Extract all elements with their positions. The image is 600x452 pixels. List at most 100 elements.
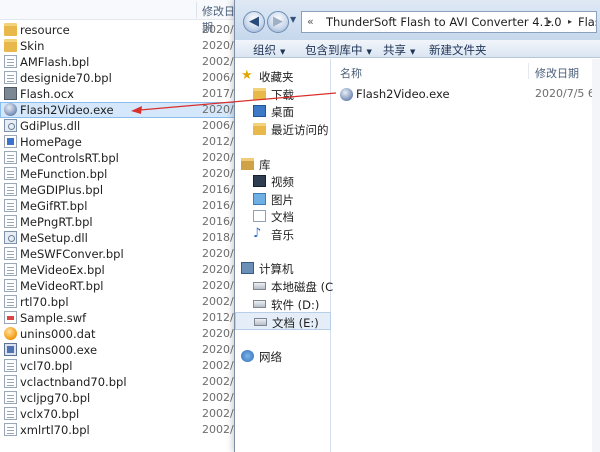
file-row[interactable]: vcl70.bpl 2002/8/ [0, 358, 244, 374]
file-row[interactable]: Flash2Video.exe 2020/7/5 6:12 [332, 86, 600, 102]
swf-icon [4, 311, 17, 324]
file-icon [4, 263, 17, 276]
nav-computer[interactable]: 计算机 [235, 259, 331, 277]
video-library-icon [253, 175, 266, 187]
network-globe-icon [241, 350, 254, 362]
column-separator[interactable] [196, 2, 197, 18]
file-name: AMFlash.bpl [20, 55, 90, 69]
file-row[interactable]: MePngRT.bpl 2016/6/ [0, 214, 244, 230]
name-column-header[interactable]: 名称 [340, 65, 362, 81]
desktop-icon [253, 105, 266, 117]
uninstall-exe-icon [4, 343, 17, 356]
file-icon [4, 167, 17, 180]
file-row[interactable]: GdiPlus.dll 2006/6/ [0, 118, 244, 134]
file-row[interactable]: MeGifRT.bpl 2016/6/ [0, 198, 244, 214]
file-row[interactable]: rtl70.bpl 2002/8/ [0, 294, 244, 310]
file-icon [4, 295, 17, 308]
nav-videos[interactable]: 视频 [235, 172, 331, 190]
file-row[interactable]: MeVideoEx.bpl 2020/1/ [0, 262, 244, 278]
nav-network[interactable]: 网络 [235, 347, 331, 365]
organize-button[interactable]: 组织 ▼ [253, 42, 285, 58]
file-row[interactable]: AMFlash.bpl 2002/8/ [0, 54, 244, 70]
file-name: vclx70.bpl [20, 407, 80, 421]
nav-pictures[interactable]: 图片 [235, 190, 331, 208]
file-name: MeGifRT.bpl [20, 199, 88, 213]
html-icon [4, 135, 17, 148]
dropdown-arrow-icon: ▼ [366, 48, 372, 56]
nav-label: 音乐 [271, 228, 294, 242]
file-row[interactable]: HomePage 2012/10/ [0, 134, 251, 150]
file-name: MePngRT.bpl [20, 215, 93, 229]
nav-downloads[interactable]: 下载 [235, 85, 331, 103]
file-row[interactable]: MeVideoRT.bpl 2020/1/ [0, 278, 244, 294]
breadcrumb-overflow-icon[interactable]: « [307, 15, 314, 28]
nav-documents[interactable]: 文档 [235, 207, 331, 225]
file-row[interactable]: vclx70.bpl 2002/8/ [0, 406, 244, 422]
file-row[interactable]: Skin 2020/7/ [0, 38, 244, 54]
file-name: MeControlsRT.bpl [20, 151, 119, 165]
file-name: GdiPlus.dll [20, 119, 81, 133]
file-icon [4, 423, 17, 436]
breadcrumb-current-folder[interactable]: Flash.to.AVI.Conve [578, 15, 596, 29]
background-column-header: 修改日期 [0, 0, 240, 34]
nav-recent-places[interactable]: 最近访问的 [235, 120, 331, 138]
navigation-pane: ★ 收藏夹 下载 桌面 最近访问的 库 视频 图片 文档 ♪ 音乐 计算机 本地… [235, 59, 334, 452]
breadcrumb-program-folder[interactable]: ThunderSoft Flash to AVI Converter 4.1.0 [326, 15, 562, 29]
file-row[interactable]: MeControlsRT.bpl 2020/1/ [0, 150, 244, 166]
file-name: MeVideoEx.bpl [20, 263, 105, 277]
include-in-library-button[interactable]: 包含到库中 ▼ [305, 42, 372, 58]
file-name: MeVideoRT.bpl [20, 279, 104, 293]
share-label: 共享 [383, 43, 406, 57]
file-row[interactable]: MeFunction.bpl 2020/1/ [0, 166, 244, 182]
nav-favorites[interactable]: ★ 收藏夹 [235, 67, 331, 85]
file-name: vcl70.bpl [20, 359, 73, 373]
nav-documents-drive[interactable]: 文档 (E:) [235, 312, 331, 330]
date-column-header[interactable]: 修改日期 [535, 65, 579, 81]
file-row[interactable]: vclactnband70.bpl 2002/8/ [0, 374, 244, 390]
folder-icon [4, 39, 17, 52]
file-row[interactable]: MeSWFConver.bpl 2020/1/ [0, 246, 244, 262]
file-row[interactable]: unins000.exe 2020/7/ [0, 342, 244, 358]
breadcrumb-separator-icon[interactable]: ▸ [568, 17, 572, 26]
file-name: unins000.dat [20, 327, 96, 341]
file-row[interactable]: MeGDIPlus.bpl 2016/6/ [0, 182, 244, 198]
nav-music[interactable]: ♪ 音乐 [235, 225, 331, 243]
file-icon [4, 391, 17, 404]
forward-button[interactable]: ▶ [267, 11, 289, 33]
file-row[interactable]: unins000.dat 2020/7/ [0, 326, 244, 342]
selected-file-row[interactable]: Flash2Video.exe 2020/7/ [0, 102, 244, 118]
nav-software-drive[interactable]: 软件 (D:) [235, 295, 331, 313]
file-row[interactable]: Flash.ocx 2017/9/ [0, 86, 244, 102]
file-name: Flash2Video.exe [20, 103, 114, 117]
dropdown-arrow-icon: ▼ [280, 48, 286, 56]
file-row[interactable]: resource 2020/7/ [0, 22, 244, 38]
nav-label: 本地磁盘 (C [271, 280, 334, 294]
file-icon [4, 279, 17, 292]
nav-libraries[interactable]: 库 [235, 155, 331, 173]
new-folder-button[interactable]: 新建文件夹 [429, 42, 487, 58]
address-box[interactable]: « ThunderSoft Flash to AVI Converter 4.1… [301, 11, 597, 33]
file-row[interactable]: designide70.bpl 2006/6/ [0, 70, 244, 86]
share-button[interactable]: 共享 ▼ [383, 42, 415, 58]
breadcrumb-separator-icon[interactable]: ▸ [548, 17, 552, 26]
dat-icon [4, 327, 17, 340]
column-header: 名称 修改日期 [332, 59, 600, 81]
nav-label: 网络 [259, 350, 282, 364]
nav-label: 收藏夹 [259, 70, 294, 84]
nav-local-disk[interactable]: 本地磁盘 (C [235, 277, 334, 295]
file-row[interactable]: MeSetup.dll 2018/2/ [0, 230, 244, 246]
back-button[interactable]: ◀ [243, 11, 265, 33]
nav-desktop[interactable]: 桌面 [235, 102, 331, 120]
file-row[interactable]: vcljpg70.bpl 2002/8/ [0, 390, 244, 406]
hard-drive-icon [253, 282, 266, 290]
command-toolbar: 组织 ▼ 包含到库中 ▼ 共享 ▼ 新建文件夹 [235, 40, 600, 58]
file-row[interactable]: Sample.swf 2012/10/ [0, 310, 251, 326]
recent-pages-dropdown-icon[interactable]: ▼ [290, 15, 296, 24]
dll-icon [4, 119, 17, 132]
column-separator[interactable] [528, 63, 529, 79]
vertical-scrollbar[interactable] [592, 59, 600, 452]
file-name: Skin [20, 39, 45, 53]
file-row[interactable]: xmlrtl70.bpl 2002/8/ [0, 422, 244, 438]
downloads-folder-icon [253, 88, 266, 100]
nav-label: 视频 [271, 175, 294, 189]
